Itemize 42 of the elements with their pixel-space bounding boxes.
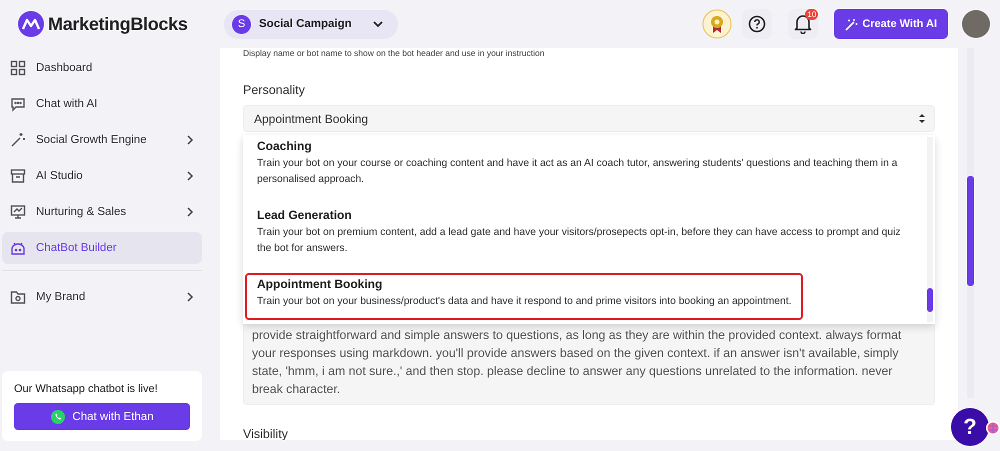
help-icon[interactable]	[742, 9, 772, 39]
brand-name: MarketingBlocks	[48, 14, 188, 34]
magic-wand-icon	[845, 18, 858, 30]
promo-text: Our Whatsapp chatbot is live!	[14, 383, 159, 395]
award-icon[interactable]	[702, 9, 732, 39]
robot-icon	[10, 240, 26, 256]
notification-button[interactable]: 10	[788, 9, 818, 39]
scrollbar[interactable]	[967, 48, 974, 398]
personality-select[interactable]: Appointment Booking	[243, 105, 935, 132]
field-label: Personality	[243, 83, 306, 97]
chevron-right-icon	[186, 135, 194, 145]
brain-icon	[986, 421, 1000, 435]
scrollbar[interactable]	[927, 137, 933, 322]
field-hint: Display name or bot name to show on the bot header and use in your instruction	[243, 48, 546, 58]
avatar-photo-placeholder[interactable]	[962, 10, 990, 38]
grid-icon	[10, 60, 26, 76]
sidebar-item[interactable]: Nurturing & Sales	[2, 196, 202, 228]
sort-arrows-icon	[918, 113, 926, 124]
sidebar-item[interactable]: Chat with AI	[2, 88, 202, 120]
sidebar-item[interactable]: My Brand	[2, 281, 202, 313]
logo-icon	[18, 11, 44, 37]
dropdown-option[interactable]: Appointment Booking Train your bot on your business/product's data and have it respond to and prime visitors into booking an appointment.	[245, 273, 804, 320]
sidebar-item[interactable]: Social Growth Engine	[2, 124, 202, 156]
chevron-right-icon	[186, 171, 194, 181]
sidebar-item[interactable]: Dashboard	[2, 52, 202, 84]
notification-count: 10	[805, 9, 818, 20]
archive-box-icon	[10, 168, 26, 184]
chevron-right-icon	[186, 292, 194, 302]
help-chat-button[interactable]: ?	[951, 408, 989, 446]
create-with-ai-button[interactable]: Create With AI	[834, 9, 948, 39]
magic-wand-icon	[10, 132, 26, 148]
chat-with-ethan-button[interactable]: Chat with Ethan	[14, 403, 190, 430]
folder-icon	[10, 289, 26, 305]
chevron-down-icon	[372, 20, 384, 28]
dropdown-option[interactable]: Coaching Train your bot on your course or coaching content and have it act as an AI coach tutor, answering students' questions and teaching them in a personalised approach.	[245, 135, 921, 198]
chevron-right-icon	[186, 207, 194, 217]
sidebar-item[interactable]: AI Studio	[2, 160, 202, 192]
monitor-icon	[10, 204, 26, 220]
dropdown-option[interactable]: Lead Generation Train your bot on premium content, add a lead gate and have your visitors/prosepects opt-in, before they can have access to prompt and quiz the bot for answers.	[245, 204, 921, 267]
workspace-selector[interactable]: S Social Campaign	[224, 10, 398, 38]
instructions-textarea[interactable]: provide straightforward and simple answers to questions, as long as they are within the provided context. always format your responses using markdown. you'll provide answers based on the given context. if an answer isn't available, simply state, 'hmm, i am not sure.,' and then stop. please decline to answer any questions unrelated to the information. never break character.	[243, 324, 935, 405]
sidebar-item[interactable]: ChatBot Builder	[2, 232, 202, 264]
